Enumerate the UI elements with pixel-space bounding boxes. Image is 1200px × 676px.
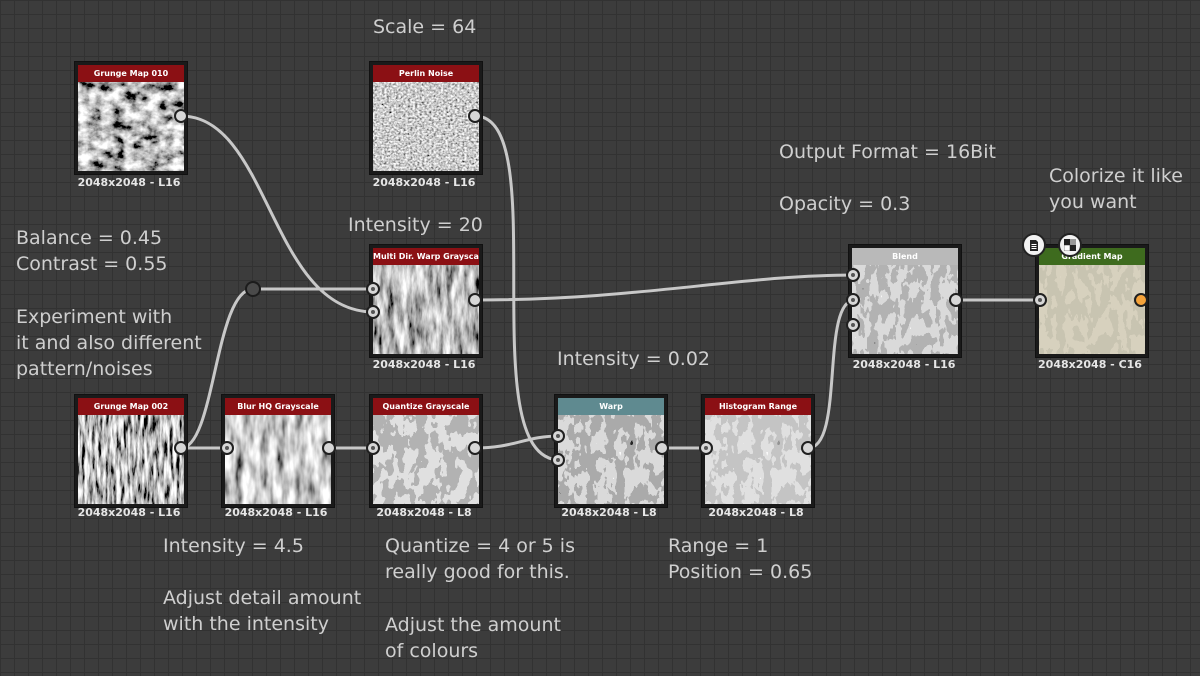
node-resolution: 2048x2048 - L8: [376, 506, 472, 519]
warp-output-port[interactable]: [655, 441, 669, 455]
wire-quantize-to-warp: [473, 434, 562, 450]
node-resolution: 2048x2048 - L16: [372, 358, 476, 371]
wire-perlin-to-warp: [473, 114, 562, 462]
blend-input-port-3[interactable]: [846, 318, 860, 332]
node-grunge-map-002[interactable]: Grunge Map 002: [75, 395, 187, 507]
grunge-map-010-output-port[interactable]: [174, 109, 188, 123]
grunge-map-002-output-port[interactable]: [174, 441, 188, 455]
checker-icon[interactable]: [1058, 233, 1082, 257]
node-title: Grunge Map 010: [78, 65, 184, 82]
note-output-format: Output Format = 16Bit: [779, 141, 996, 163]
node-resolution: 2048x2048 - L8: [561, 506, 657, 519]
node-title: Perlin Noise: [373, 65, 479, 82]
node-histogram-range[interactable]: Histogram Range: [702, 395, 814, 507]
multi-warp-input-port-2[interactable]: [366, 305, 380, 319]
node-resolution: 2048x2048 - C16: [1038, 358, 1142, 371]
note-intensity-002: Intensity = 0.02: [557, 348, 711, 370]
node-title: Blend: [852, 248, 958, 265]
note-adjust-amount: Adjust the amount of colours: [385, 614, 561, 662]
note-adjust-detail: Adjust detail amount with the intensity: [163, 587, 362, 635]
node-quantize-grayscale[interactable]: Quantize Grayscale: [370, 395, 482, 507]
node-warp[interactable]: Warp: [555, 395, 667, 507]
note-quantize: Quantize = 4 or 5 is really good for thi…: [385, 535, 575, 583]
node-title: Blur HQ Grayscale: [225, 398, 331, 415]
blend-input-port-2[interactable]: [846, 293, 860, 307]
document-icon[interactable]: [1022, 233, 1046, 257]
wire-grunge010-to-multiwarp: [179, 114, 376, 314]
blend-input-port-1[interactable]: [846, 268, 860, 282]
wire-multiwarp-to-blend: [473, 273, 857, 302]
note-range-position: Range = 1 Position = 0.65: [668, 535, 813, 583]
note-colorize: Colorize it like you want: [1049, 165, 1183, 213]
reroute-dot[interactable]: [245, 281, 261, 297]
node-resolution: 2048x2048 - L16: [77, 506, 181, 519]
node-resolution: 2048x2048 - L16: [224, 506, 328, 519]
quantize-output-port[interactable]: [468, 441, 482, 455]
node-grunge-map-010[interactable]: Grunge Map 010: [75, 62, 187, 174]
node-thumbnail: [373, 415, 479, 504]
node-resolution: 2048x2048 - L16: [852, 358, 956, 371]
node-resolution: 2048x2048 - L16: [77, 176, 181, 189]
warp-input-port-2[interactable]: [551, 453, 565, 467]
node-title: Quantize Grayscale: [373, 398, 479, 415]
note-intensity-20: Intensity = 20: [348, 214, 483, 236]
blend-output-port[interactable]: [949, 293, 963, 307]
gradient-output-port[interactable]: [1134, 293, 1148, 307]
node-title: Gradient Map: [1039, 248, 1145, 265]
node-multi-dir-warp-grayscale[interactable]: Multi Dir. Warp Grayscale: [370, 245, 482, 357]
node-resolution: 2048x2048 - L16: [372, 176, 476, 189]
note-experiment: Experiment with it and also different pa…: [16, 306, 202, 380]
node-thumbnail: [373, 82, 479, 171]
warp-input-port-1[interactable]: [551, 429, 565, 443]
gradient-input-port[interactable]: [1033, 293, 1047, 307]
node-thumbnail: [705, 415, 811, 504]
node-blur-hq-grayscale[interactable]: Blur HQ Grayscale: [222, 395, 334, 507]
blur-output-port[interactable]: [322, 441, 336, 455]
node-thumbnail: [558, 415, 664, 504]
node-title: Grunge Map 002: [78, 398, 184, 415]
quantize-input-port[interactable]: [366, 441, 380, 455]
node-thumbnail: [225, 415, 331, 504]
node-gradient-map[interactable]: Gradient Map: [1036, 245, 1148, 357]
blur-input-port[interactable]: [220, 441, 234, 455]
node-title: Warp: [558, 398, 664, 415]
node-resolution: 2048x2048 - L8: [708, 506, 804, 519]
node-perlin-noise[interactable]: Perlin Noise: [370, 62, 482, 174]
node-thumbnail: [78, 415, 184, 504]
note-balance-contrast: Balance = 0.45 Contrast = 0.55: [16, 227, 168, 275]
node-thumbnail: [373, 265, 479, 354]
note-scale: Scale = 64: [373, 16, 477, 38]
multi-warp-output-port[interactable]: [468, 293, 482, 307]
histogram-input-port[interactable]: [699, 441, 713, 455]
histogram-output-port[interactable]: [801, 441, 815, 455]
perlin-noise-output-port[interactable]: [468, 109, 482, 123]
node-blend[interactable]: Blend: [849, 245, 961, 357]
node-title: Multi Dir. Warp Grayscale: [373, 248, 479, 265]
node-thumbnail: [78, 82, 184, 171]
node-title: Histogram Range: [705, 398, 811, 415]
multi-warp-input-port-1[interactable]: [366, 282, 380, 296]
note-intensity-45: Intensity = 4.5: [163, 535, 304, 557]
node-thumbnail: [852, 265, 958, 354]
node-thumbnail: [1039, 265, 1145, 354]
note-opacity: Opacity = 0.3: [779, 193, 911, 215]
